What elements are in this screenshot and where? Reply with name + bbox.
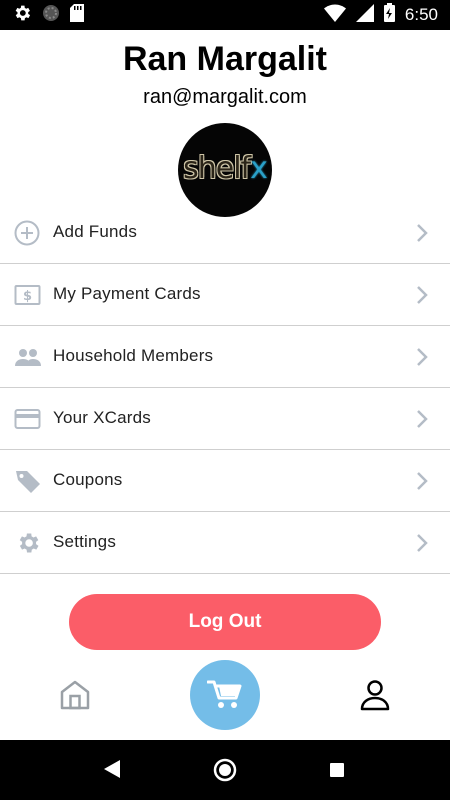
battery-charging-icon bbox=[383, 3, 395, 27]
menu-item-label: Household Members bbox=[53, 346, 214, 365]
sd-card-icon bbox=[70, 3, 84, 27]
menu-item-household-members[interactable]: Household Members bbox=[0, 326, 450, 388]
profile-icon bbox=[358, 680, 392, 716]
home-icon bbox=[58, 680, 92, 716]
tag-icon bbox=[14, 468, 42, 494]
chevron-right-icon bbox=[416, 347, 428, 367]
chevron-right-icon bbox=[416, 223, 428, 243]
cellular-signal-icon bbox=[355, 3, 374, 27]
menu-item-label: My Payment Cards bbox=[53, 284, 201, 303]
logout-button[interactable]: Log Out bbox=[69, 594, 381, 650]
chevron-right-icon bbox=[416, 533, 428, 553]
recent-apps-icon[interactable] bbox=[330, 763, 344, 777]
back-icon[interactable] bbox=[104, 760, 120, 783]
menu-item-label: Your XCards bbox=[53, 408, 151, 427]
menu-item-add-funds[interactable]: Add Funds bbox=[0, 202, 450, 264]
sync-icon bbox=[42, 4, 60, 27]
svg-text:$: $ bbox=[23, 289, 32, 304]
nav-cart-button[interactable] bbox=[190, 660, 260, 730]
chevron-right-icon bbox=[416, 409, 428, 429]
system-nav-bar bbox=[0, 740, 450, 800]
profile-menu: Add Funds $ My Payment Cards Household M… bbox=[0, 202, 450, 574]
shelfx-logo: shelfx bbox=[183, 151, 268, 186]
system-home-icon[interactable] bbox=[213, 758, 237, 787]
add-circle-icon bbox=[14, 220, 42, 246]
nav-profile-button[interactable] bbox=[358, 678, 392, 712]
profile-name: Ran Margalit bbox=[122, 40, 328, 78]
menu-item-label: Settings bbox=[53, 532, 117, 551]
gear-icon bbox=[14, 530, 42, 556]
menu-item-label: Add Funds bbox=[53, 222, 138, 241]
menu-item-settings[interactable]: Settings bbox=[0, 512, 450, 574]
dollar-card-icon: $ bbox=[14, 282, 42, 308]
status-time: 6:50 bbox=[404, 5, 438, 24]
status-bar: 6:50 bbox=[0, 0, 450, 30]
chevron-right-icon bbox=[416, 285, 428, 305]
settings-icon bbox=[12, 3, 32, 28]
nav-home-button[interactable] bbox=[58, 678, 92, 712]
chevron-right-icon bbox=[416, 471, 428, 491]
menu-item-label: Coupons bbox=[53, 470, 123, 489]
menu-item-xcards[interactable]: Your XCards bbox=[0, 388, 450, 450]
people-icon bbox=[14, 344, 42, 370]
credit-card-icon bbox=[14, 406, 42, 432]
profile-email: ran@margalit.com bbox=[143, 86, 307, 108]
menu-item-coupons[interactable]: Coupons bbox=[0, 450, 450, 512]
wifi-icon bbox=[323, 4, 346, 27]
cart-icon bbox=[207, 680, 242, 708]
menu-item-payment-cards[interactable]: $ My Payment Cards bbox=[0, 264, 450, 326]
